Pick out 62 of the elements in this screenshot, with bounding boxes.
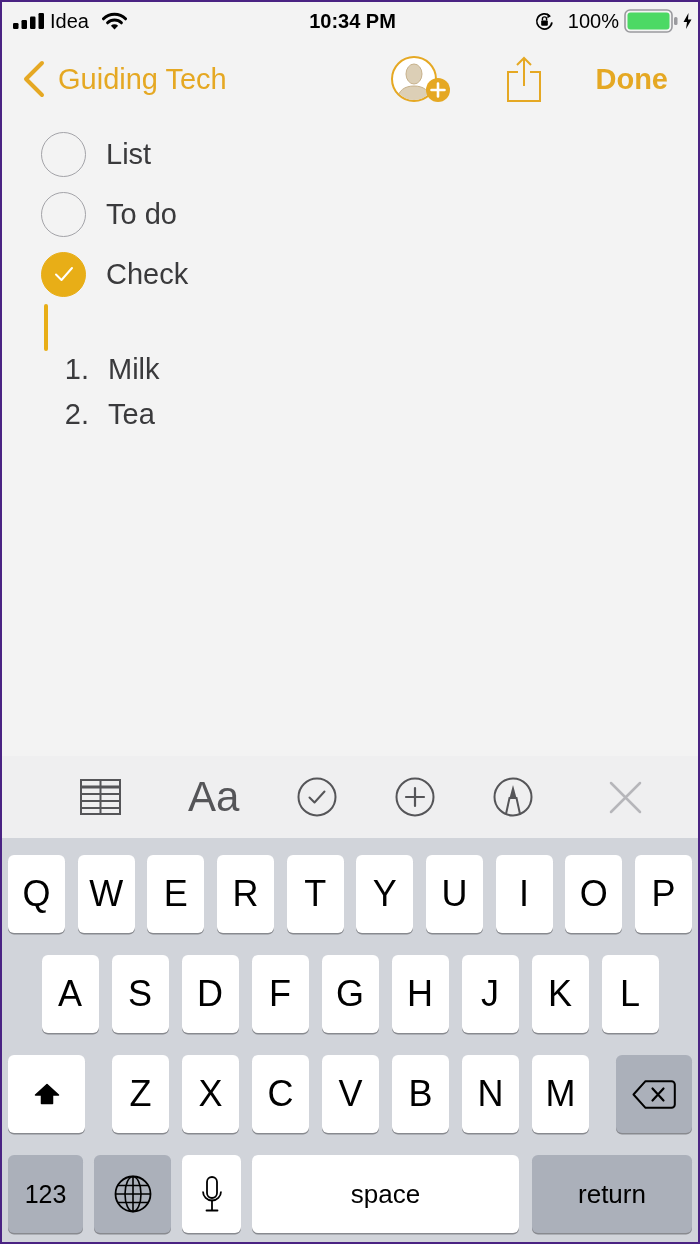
letter-key[interactable]: I xyxy=(495,855,553,933)
carrier-name: Idea xyxy=(50,9,89,33)
checklist-item-text: List xyxy=(106,137,152,171)
letter-key[interactable]: R xyxy=(216,855,274,933)
letter-key[interactable]: T xyxy=(286,855,344,933)
letter-key[interactable]: E xyxy=(147,855,205,933)
pen-tip-icon[interactable] xyxy=(493,777,534,817)
letter-key[interactable]: X xyxy=(182,1055,239,1133)
delete-key[interactable] xyxy=(616,1055,692,1133)
list-item-text: Tea xyxy=(108,398,155,431)
text-cursor xyxy=(44,304,48,351)
list-number: 1. xyxy=(63,353,89,386)
list-number: 2. xyxy=(63,398,89,431)
delete-icon xyxy=(632,1079,676,1109)
checkmark-icon xyxy=(53,266,74,282)
letter-key[interactable]: Z xyxy=(112,1055,169,1133)
status-time: 10:34 PM xyxy=(309,9,396,33)
letter-key[interactable]: U xyxy=(425,855,483,933)
wifi-icon xyxy=(101,12,127,30)
letter-key[interactable]: M xyxy=(532,1055,589,1133)
globe-icon xyxy=(113,1175,152,1213)
letter-key[interactable]: V xyxy=(322,1055,379,1133)
microphone-icon xyxy=(200,1176,223,1212)
letter-key[interactable]: W xyxy=(77,855,135,933)
letter-key[interactable]: F xyxy=(251,955,309,1033)
checklist-checkbox[interactable] xyxy=(41,251,86,297)
back-chevron-icon xyxy=(22,60,45,98)
list-item-text: Milk xyxy=(108,353,160,386)
shift-icon xyxy=(33,1083,60,1105)
checklist-item-text: To do xyxy=(106,197,177,231)
letter-key[interactable]: C xyxy=(252,1055,309,1133)
text-style-button[interactable]: Aa xyxy=(188,776,240,818)
letter-key[interactable]: D xyxy=(181,955,239,1033)
dictation-key[interactable] xyxy=(182,1155,241,1233)
check-circle-icon[interactable] xyxy=(297,777,338,817)
letter-key[interactable]: O xyxy=(565,855,623,933)
table-icon[interactable] xyxy=(80,779,121,815)
return-key[interactable]: return xyxy=(532,1155,692,1233)
letter-key[interactable]: A xyxy=(41,955,99,1033)
letter-key[interactable]: L xyxy=(601,955,659,1033)
letter-key[interactable]: H xyxy=(391,955,449,1033)
globe-key[interactable] xyxy=(94,1155,171,1233)
checklist-item-text: Check xyxy=(106,257,189,291)
letter-key[interactable]: K xyxy=(531,955,589,1033)
letter-key[interactable]: J xyxy=(461,955,519,1033)
letter-key[interactable]: S xyxy=(111,955,169,1033)
checklist-checkbox[interactable] xyxy=(41,191,86,237)
charging-bolt-icon xyxy=(683,13,692,29)
letter-key[interactable]: N xyxy=(462,1055,519,1133)
add-icon[interactable] xyxy=(395,777,436,817)
orientation-lock-icon xyxy=(534,11,554,31)
battery-icon xyxy=(624,9,679,33)
battery-percentage: 100% xyxy=(567,9,619,33)
shift-key[interactable] xyxy=(8,1055,85,1133)
space-bar[interactable]: space xyxy=(252,1155,519,1233)
letter-key[interactable]: B xyxy=(392,1055,449,1133)
letter-key[interactable]: Q xyxy=(8,855,65,933)
letter-key[interactable]: G xyxy=(321,955,379,1033)
signal-icon xyxy=(13,13,44,29)
letter-key[interactable]: P xyxy=(634,855,692,933)
numbers-key[interactable]: 123 xyxy=(8,1155,83,1233)
letter-key[interactable]: Y xyxy=(356,855,414,933)
